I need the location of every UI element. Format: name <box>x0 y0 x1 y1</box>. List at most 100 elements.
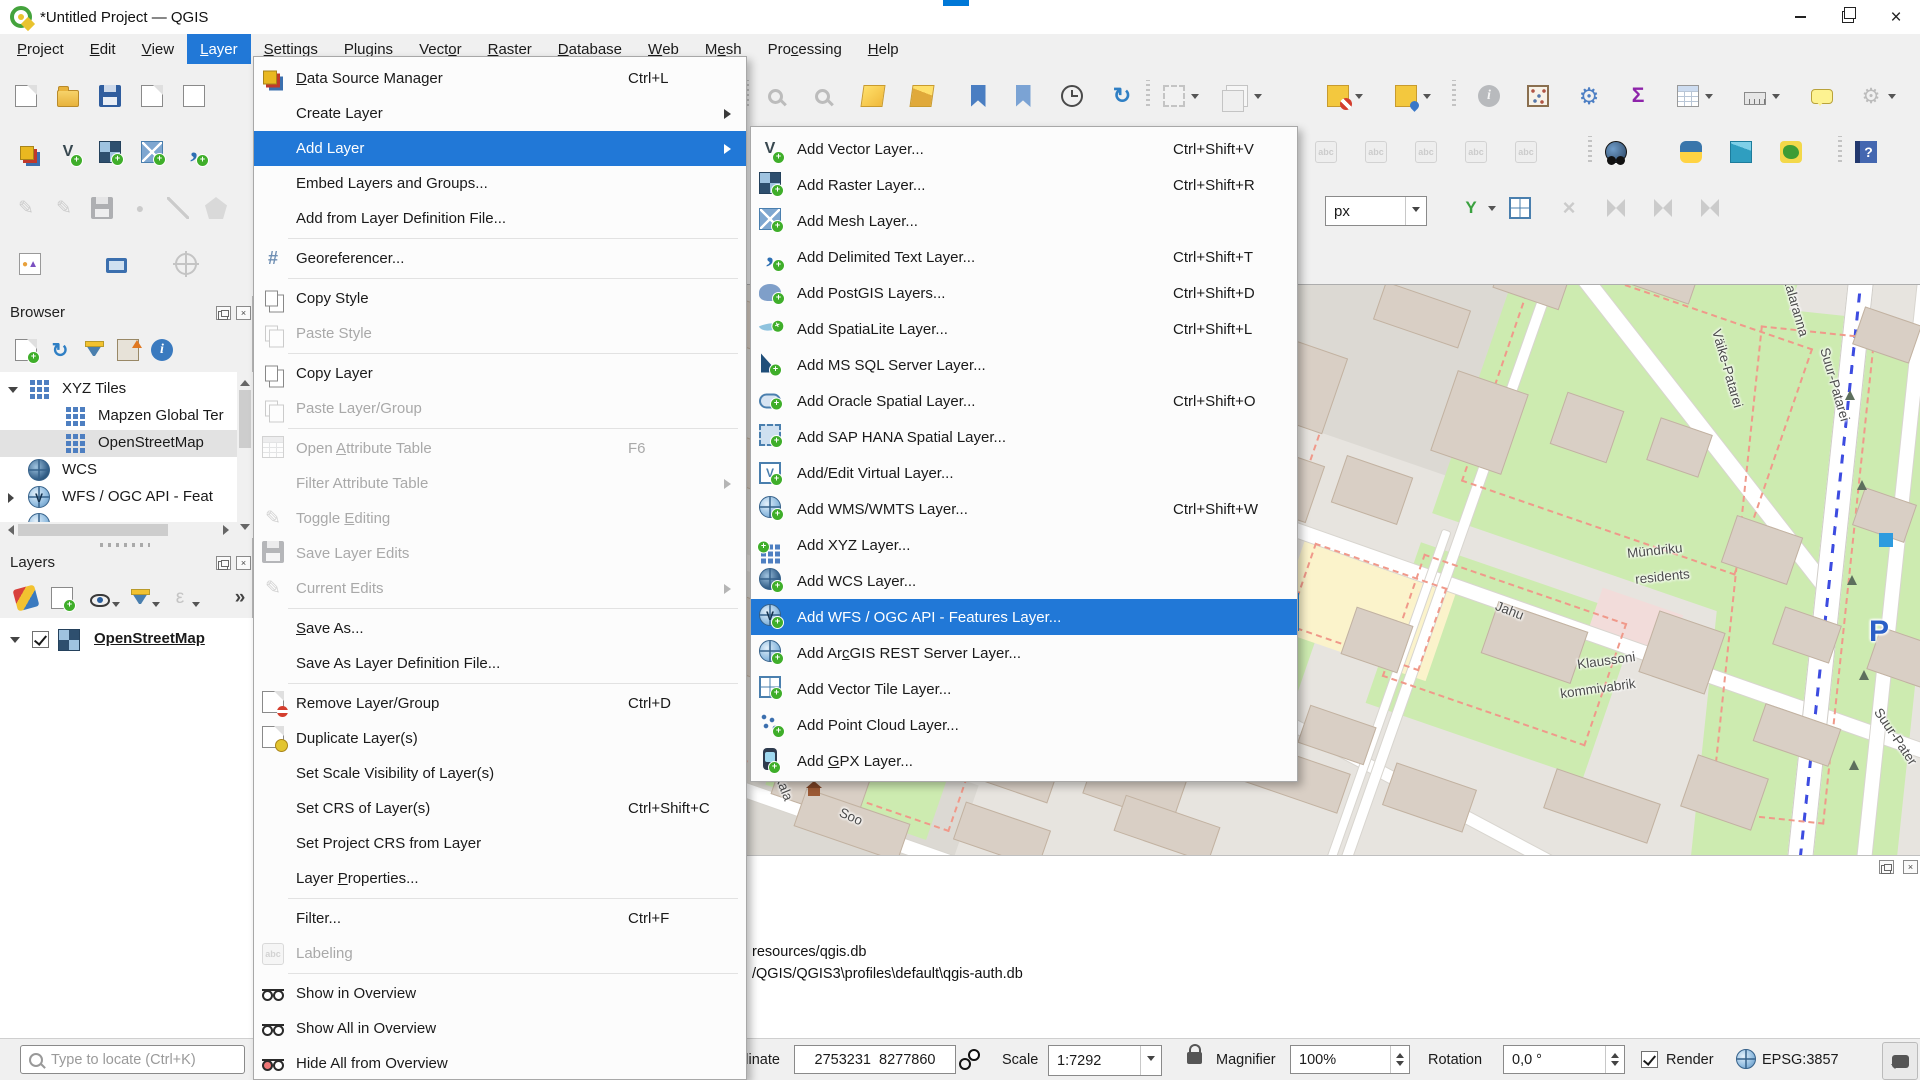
menu-item-current-edits[interactable]: ✎ Current Edits <box>254 571 746 606</box>
toolbar-button-change-label[interactable] <box>1510 136 1542 168</box>
toolbar-button-digitize-line[interactable] <box>162 192 194 224</box>
menu-item-remove-layer-group[interactable]: Remove Layer/Group Ctrl+D <box>254 686 746 721</box>
extents-toggle-icon[interactable] <box>959 1048 981 1070</box>
menu-item-create-layer[interactable]: Create Layer <box>254 96 746 131</box>
browser-tool-refresh-browser[interactable]: ↻ <box>46 336 74 364</box>
menu-item-add-wfs-ogc-api-features-layer[interactable]: Add WFS / OGC API - Features Layer... <box>751 599 1297 635</box>
menu-item-add-raster-layer[interactable]: Add Raster Layer... Ctrl+Shift+R <box>751 167 1297 203</box>
menubar-item-help[interactable]: Help <box>855 34 912 64</box>
menu-item-show-in-overview[interactable]: Show in Overview <box>254 976 746 1011</box>
browser-tool-enable-properties[interactable] <box>148 336 176 364</box>
menubar-item-project[interactable]: Project <box>4 34 77 64</box>
dropdown-arrow-icon[interactable] <box>1254 94 1262 103</box>
menu-item-add-wcs-layer[interactable]: Add WCS Layer... <box>751 563 1297 599</box>
minimize-button[interactable] <box>1776 0 1824 34</box>
menu-item-add-layer[interactable]: Add Layer <box>254 131 746 166</box>
menu-item-save-as[interactable]: Save As... <box>254 611 746 646</box>
menu-item-toggle-editing[interactable]: ✎ Toggle Editing <box>254 501 746 536</box>
magnifier-spinner[interactable]: 100% <box>1290 1045 1410 1074</box>
render-checkbox[interactable] <box>1641 1051 1658 1068</box>
toolbar-button-save-project[interactable] <box>94 80 126 112</box>
lock-scale-icon[interactable] <box>1187 1044 1202 1064</box>
menu-item-save-as-layer-definition-file[interactable]: Save As Layer Definition File... <box>254 646 746 681</box>
menu-item-copy-style[interactable]: Copy Style <box>254 281 746 316</box>
menu-item-paste-layer-group[interactable]: Paste Layer/Group <box>254 391 746 426</box>
toolbar-button-open-attribute-table[interactable] <box>1672 80 1713 112</box>
snapping-tolerance-combobox[interactable]: px <box>1325 196 1427 226</box>
browser-item-wcs[interactable]: WCS <box>0 457 237 484</box>
dropdown-arrow-icon[interactable] <box>1423 94 1431 103</box>
toolbar-button-move-label[interactable] <box>1410 136 1442 168</box>
toolbar-button-3d-map[interactable] <box>1725 136 1757 168</box>
toolbar-button-open-project[interactable] <box>52 80 84 112</box>
toolbar-button-statistical-summary[interactable] <box>1522 80 1554 112</box>
menu-item-add-sap-hana-spatial-layer[interactable]: Add SAP HANA Spatial Layer... <box>751 419 1297 455</box>
toolbar-button-new-3d-map-view[interactable] <box>906 80 938 112</box>
locator-search[interactable]: Type to locate (Ctrl+K) <box>20 1045 245 1074</box>
toolbar-button-add-delimited-text-layer[interactable] <box>178 136 210 168</box>
menu-item-open-attribute-table[interactable]: Open Attribute Table F6 <box>254 431 746 466</box>
panel-splitter[interactable] <box>100 543 150 547</box>
menubar-item-edit[interactable]: Edit <box>77 34 129 64</box>
toolbar-button-digitize-polygon[interactable] <box>200 192 232 224</box>
menu-item-filter-attribute-table[interactable]: Filter Attribute Table <box>254 466 746 501</box>
toolbar-button-show-statistics[interactable]: Σ <box>1622 80 1654 112</box>
layer-visibility-checkbox[interactable] <box>32 631 49 648</box>
toolbar-button-run-feature-action[interactable]: ⚙ <box>1855 80 1896 112</box>
browser-vertical-scrollbar[interactable] <box>237 372 253 538</box>
toolbar-button-show-spatial-bookmarks[interactable] <box>1007 80 1039 112</box>
menu-item-add-ms-sql-server-layer[interactable]: Add MS SQL Server Layer... <box>751 347 1297 383</box>
menu-item-add-from-layer-definition-file[interactable]: Add from Layer Definition File... <box>254 201 746 236</box>
menu-item-set-scale-visibility-of-layer-s[interactable]: Set Scale Visibility of Layer(s) <box>254 756 746 791</box>
crs-globe-icon[interactable] <box>1736 1049 1756 1069</box>
toolbar-button-map-tips[interactable] <box>1806 80 1838 112</box>
close-layers-panel-icon[interactable]: × <box>236 556 251 570</box>
rotation-spinner[interactable]: 0,0 ° <box>1503 1045 1625 1074</box>
toolbar-button-zoom-next[interactable] <box>806 80 838 112</box>
toolbar-button-select-by-value[interactable] <box>1390 80 1431 112</box>
float-browser-panel-icon[interactable] <box>216 306 231 320</box>
menu-item-hide-all-from-overview[interactable]: Hide All from Overview <box>254 1046 746 1079</box>
toolbar-button-add-mesh-layer[interactable] <box>136 136 168 168</box>
toolbar-button-rotate-label[interactable] <box>1460 136 1492 168</box>
scale-combobox[interactable]: 1:7292 <box>1048 1045 1162 1076</box>
toolbar-button-digitize-point[interactable]: ● <box>124 192 156 224</box>
menu-item-add-oracle-spatial-layer[interactable]: Add Oracle Spatial Layer... Ctrl+Shift+O <box>751 383 1297 419</box>
menu-item-add-edit-virtual-layer[interactable]: Add/Edit Virtual Layer... <box>751 455 1297 491</box>
toolbar-button-measure-line[interactable] <box>1739 80 1780 112</box>
toolbar-button-quickmapservices[interactable] <box>1775 136 1807 168</box>
expander-open-icon[interactable] <box>10 636 20 648</box>
layers-tool-filter-by-expression[interactable]: ε <box>166 584 200 612</box>
toolbar-button-identify-features[interactable] <box>1473 80 1505 112</box>
menu-item-add-arcgis-rest-server-layer[interactable]: Add ArcGIS REST Server Layer... <box>751 635 1297 671</box>
menubar-item-processing[interactable]: Pro c essing <box>755 34 855 64</box>
menu-item-add-wms-wmts-layer[interactable]: Add WMS/WMTS Layer... Ctrl+Shift+W <box>751 491 1297 527</box>
browser-horizontal-scrollbar[interactable] <box>0 522 237 538</box>
expander-open-icon[interactable] <box>8 386 18 398</box>
toolbar-button-help-contents[interactable] <box>1850 136 1882 168</box>
scale-dropdown-icon[interactable] <box>1140 1046 1161 1075</box>
menu-item-georeferencer[interactable]: # Georeferencer... <box>254 241 746 276</box>
toolbar-button-layer-diagram[interactable] <box>1360 136 1392 168</box>
toolbar-button-refresh[interactable]: ↻ <box>1106 80 1138 112</box>
toolbar-button-delete-selected[interactable]: × <box>1553 192 1585 224</box>
menu-item-add-delimited-text-layer[interactable]: Add Delimited Text Layer... Ctrl+Shift+T <box>751 239 1297 275</box>
toolbar-button-paste-features[interactable] <box>1694 192 1726 224</box>
dropdown-arrow-icon[interactable] <box>1191 94 1199 103</box>
menu-item-set-project-crs-from-layer[interactable]: Set Project CRS from Layer <box>254 826 746 861</box>
toolbar-button-show-layout-manager[interactable] <box>178 80 210 112</box>
menu-item-copy-layer[interactable]: Copy Layer <box>254 356 746 391</box>
layers-tool-manage-visibility[interactable] <box>86 584 120 612</box>
layers-tool-add-group[interactable] <box>47 584 76 614</box>
toolbar-button-new-project[interactable] <box>10 80 42 112</box>
menu-item-add-vector-tile-layer[interactable]: Add Vector Tile Layer... <box>751 671 1297 707</box>
menu-item-layer-properties[interactable]: Layer Properties... <box>254 861 746 896</box>
dropdown-arrow-icon[interactable] <box>1355 94 1363 103</box>
toolbar-button-add-vector-layer[interactable]: V <box>52 136 84 168</box>
menu-item-add-gpx-layer[interactable]: Add GPX Layer... <box>751 743 1297 779</box>
menubar-item-view[interactable]: View <box>129 34 188 64</box>
dropdown-arrow-icon[interactable] <box>1888 94 1896 103</box>
menu-item-add-spatialite-layer[interactable]: Add SpatiaLite Layer... Ctrl+Shift+L <box>751 311 1297 347</box>
close-button[interactable]: × <box>1872 0 1920 34</box>
browser-item-openstreetmap[interactable]: OpenStreetMap <box>0 430 237 457</box>
